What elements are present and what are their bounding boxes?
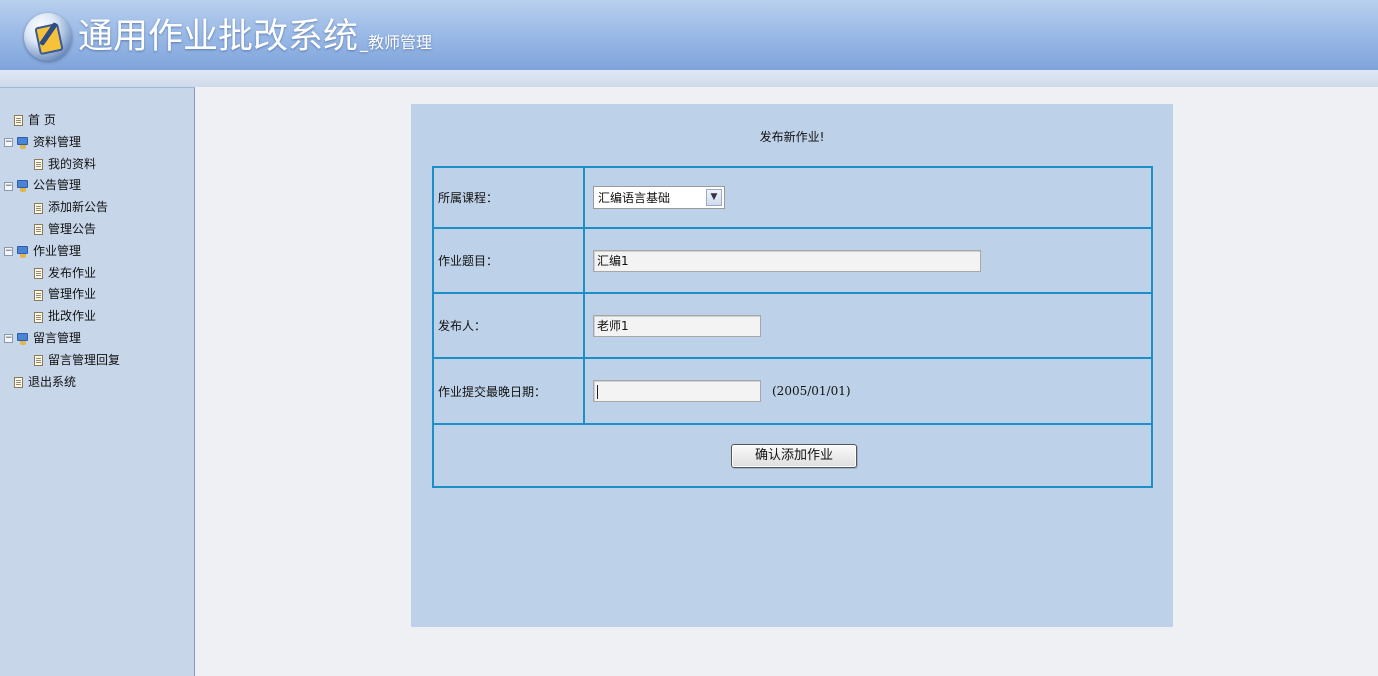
main-panel: 发布新作业! 所属课程： 汇编语言基础 ▼ 作业题目： 汇编1 发布人： 老师1 [411,104,1173,627]
collapse-toggle-icon[interactable]: − [4,334,13,344]
sidebar-group-profile[interactable]: − 资料管理 [4,132,120,154]
sidebar-item-home[interactable]: 首 页 [4,110,120,132]
page-icon [34,267,43,279]
sidebar-group-homework[interactable]: − 作业管理 [4,241,120,263]
form-row-submit: 确认添加作业 [434,425,1151,486]
sidebar-item-label: 我的资料 [48,156,97,171]
sidebar: 首 页 − 资料管理 我的资料 − 公告管理 添加新公告 管理公告 − 作业管理 发布… [0,87,195,676]
sidebar-group-announcements[interactable]: − 公告管理 [4,175,120,197]
course-select-value: 汇编语言基础 [598,191,671,205]
publisher-value-cell: 老师1 [593,294,761,357]
sidebar-item-manage-homework[interactable]: 管理作业 [4,284,120,306]
app-header: 通用作业批改系统 _教师管理 [0,0,1378,70]
course-select[interactable]: 汇编语言基础 ▼ [593,186,725,209]
computer-icon [17,136,29,149]
collapse-toggle-icon[interactable]: − [4,247,13,257]
sidebar-item-label: 退出系统 [28,374,77,389]
page-icon [34,311,43,323]
sidebar-item-label: 管理公告 [48,221,97,236]
sidebar-item-my-profile[interactable]: 我的资料 [4,154,120,176]
sidebar-item-label: 留言管理回复 [48,352,121,367]
sidebar-item-add-announcement[interactable]: 添加新公告 [4,197,120,219]
date-format-hint: (2005/01/01) [772,384,851,398]
sidebar-item-manage-announcements[interactable]: 管理公告 [4,219,120,241]
sidebar-item-label: 管理作业 [48,287,97,302]
topic-input[interactable]: 汇编1 [593,249,981,272]
page-icon [14,115,23,127]
form-row-topic: 作业题目： 汇编1 [434,229,1151,294]
deadline-input[interactable] [593,380,761,402]
page-icon [34,224,43,236]
form-title: 发布新作业! [759,130,825,144]
topic-label: 作业题目： [434,229,585,292]
page-icon [34,355,43,367]
page-icon [34,158,43,170]
app-logo-icon [24,13,72,61]
deadline-value-cell: (2005/01/01) [593,359,851,423]
page-icon [34,289,43,301]
app-title: 通用作业批改系统 _教师管理 [78,17,433,57]
sidebar-item-label: 首 页 [28,113,56,127]
computer-icon [17,180,29,193]
chevron-down-icon[interactable]: ▼ [706,189,722,206]
form-row-deadline: 作业提交最晚日期： (2005/01/01) [434,359,1151,425]
sidebar-item-label: 发布作业 [48,265,97,280]
text-caret [597,384,598,399]
publisher-input[interactable]: 老师1 [593,314,761,337]
course-label: 所属课程： [434,168,585,227]
header-divider [0,70,1378,87]
publisher-label: 发布人： [434,294,585,357]
sidebar-item-label: 添加新公告 [48,200,109,215]
sidebar-item-label: 公告管理 [33,178,82,193]
page-icon [14,376,23,388]
form-row-course: 所属课程： 汇编语言基础 ▼ [434,168,1151,229]
collapse-toggle-icon[interactable]: − [4,181,13,191]
form-row-publisher: 发布人： 老师1 [434,294,1151,359]
homework-form: 所属课程： 汇编语言基础 ▼ 作业题目： 汇编1 发布人： 老师1 作业提交最晚… [432,166,1153,488]
sidebar-item-grade-homework[interactable]: 批改作业 [4,306,120,328]
sidebar-group-messages[interactable]: − 留言管理 [4,328,120,350]
collapse-toggle-icon[interactable]: − [4,138,13,148]
sidebar-item-message-reply[interactable]: 留言管理回复 [4,350,120,372]
computer-icon [17,245,29,258]
nav-tree: 首 页 − 资料管理 我的资料 − 公告管理 添加新公告 管理公告 − 作业管理 发布… [4,110,120,393]
computer-icon [17,332,29,345]
topic-value-cell: 汇编1 [593,229,981,292]
page-icon [34,202,43,214]
deadline-label: 作业提交最晚日期： [434,359,585,423]
course-value-cell: 汇编语言基础 ▼ [593,168,725,227]
sidebar-item-label: 作业管理 [33,243,82,258]
sidebar-item-label: 留言管理 [33,330,82,345]
app-subtitle: _教师管理 [360,33,433,52]
submit-homework-button[interactable]: 确认添加作业 [731,444,857,468]
sidebar-item-logout[interactable]: 退出系统 [4,372,120,394]
sidebar-item-label: 资料管理 [33,134,82,149]
sidebar-item-publish-homework[interactable]: 发布作业 [4,263,120,285]
sidebar-item-label: 批改作业 [48,309,97,324]
